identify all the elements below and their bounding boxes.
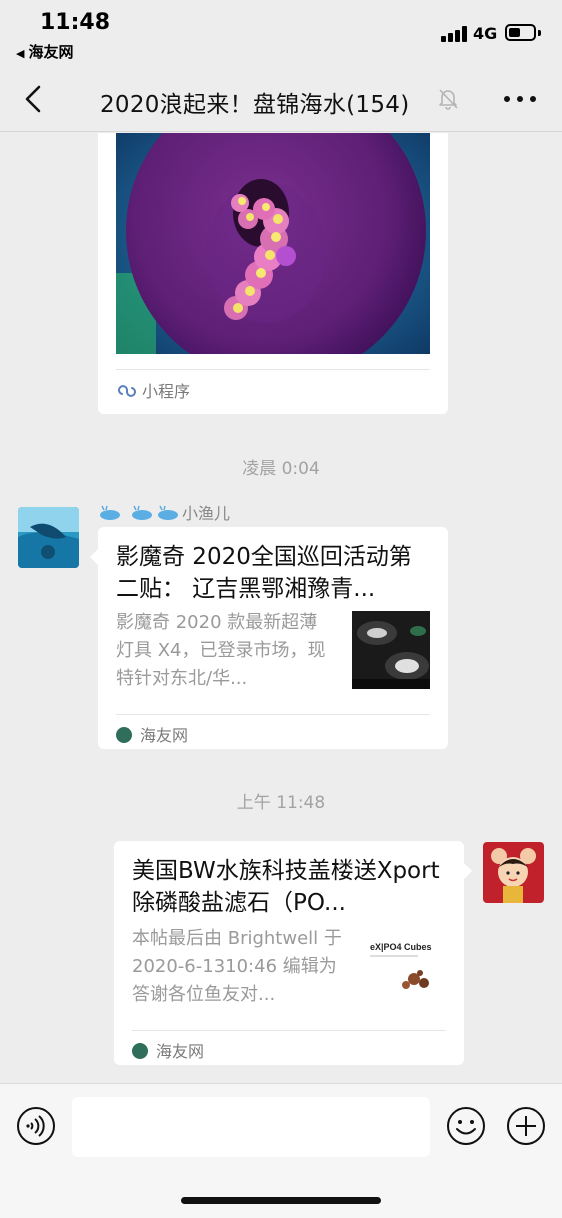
home-indicator <box>181 1197 381 1204</box>
link-card-source: 海友网 <box>116 722 188 746</box>
message-text-input[interactable] <box>72 1097 430 1157</box>
link-card-source: 海友网 <box>132 1038 204 1062</box>
signal-icon <box>441 26 467 42</box>
more-options-button[interactable] <box>504 96 536 104</box>
timestamp: 上午 11:48 <box>236 793 326 813</box>
chat-header: 2020浪起来！盘锦海水(154) <box>0 66 562 132</box>
bubble-arrow <box>464 863 472 879</box>
back-triangle-icon: ◀ <box>16 47 25 60</box>
link-card-title: 影魔奇 2020全国巡回活动第二贴： 辽吉黑鄂湘豫青... <box>116 544 412 602</box>
source-text: 海友网 <box>156 1042 205 1061</box>
link-card-thumbnail <box>352 611 430 689</box>
timestamp: 凌晨 0:04 <box>242 459 320 479</box>
whale-emoji-icon <box>158 505 178 520</box>
avatar[interactable] <box>483 842 544 903</box>
card-divider <box>116 369 430 370</box>
voice-input-icon[interactable] <box>16 1106 56 1146</box>
mini-program-icon <box>118 385 136 397</box>
haiyou-logo-icon <box>132 1043 148 1059</box>
thumbnail-label: eX|PO4 Cubes <box>370 942 432 952</box>
plus-icon[interactable] <box>506 1106 546 1146</box>
whale-emoji-icon <box>132 505 152 520</box>
sender-name-text: 小渔儿 <box>182 504 231 523</box>
link-card-title: 美国BW水族科技盖楼送Xport除磷酸盐滤石（PO... <box>132 858 440 916</box>
whale-emoji-icon <box>100 505 120 520</box>
link-card-thumbnail: eX|PO4 Cubes <box>368 935 448 995</box>
back-to-app-link[interactable]: ◀ 海友网 <box>16 41 73 62</box>
mini-program-label: 小程序 <box>118 378 190 402</box>
status-bar: 11:48 ◀ 海友网 4G <box>0 0 562 66</box>
message-input-bar <box>0 1083 562 1218</box>
battery-icon <box>505 24 536 41</box>
chat-title: 2020浪起来！盘锦海水(154) <box>100 92 410 118</box>
haiyou-logo-icon <box>116 727 132 743</box>
link-card-description: 本帖最后由 Brightwell 于 2020-6-1310:46 编辑为答谢各… <box>132 928 342 1005</box>
chat-message-list[interactable]: 小程序 凌晨 0:04 小渔儿 影魔奇 2020全国巡回活动第二贴： 辽吉黑鄂湘… <box>0 133 562 1083</box>
source-text: 海友网 <box>140 726 189 745</box>
emoji-icon[interactable] <box>446 1106 486 1146</box>
network-type: 4G <box>473 24 498 43</box>
sender-name: 小渔儿 <box>98 500 230 524</box>
back-app-label: 海友网 <box>28 43 74 61</box>
mini-program-text: 小程序 <box>142 382 191 401</box>
card-divider <box>132 1030 446 1031</box>
battery-tip <box>538 30 541 36</box>
bubble-arrow <box>90 549 98 565</box>
avatar[interactable] <box>18 507 79 568</box>
link-card[interactable]: 美国BW水族科技盖楼送Xport除磷酸盐滤石（PO... 本帖最后由 Brigh… <box>114 841 472 1065</box>
link-card-description: 影魔奇 2020 款最新超薄灯具 X4，已登录市场，现特针对东北/华... <box>116 612 326 689</box>
chevron-left-icon[interactable] <box>22 84 46 114</box>
link-card[interactable]: 影魔奇 2020全国巡回活动第二贴： 辽吉黑鄂湘豫青... 影魔奇 2020 款… <box>90 527 448 749</box>
bell-off-icon <box>439 89 458 110</box>
card-divider <box>116 714 430 715</box>
coral-image <box>116 133 430 354</box>
mini-program-card[interactable]: 小程序 <box>98 133 448 414</box>
status-time: 11:48 <box>40 10 111 35</box>
